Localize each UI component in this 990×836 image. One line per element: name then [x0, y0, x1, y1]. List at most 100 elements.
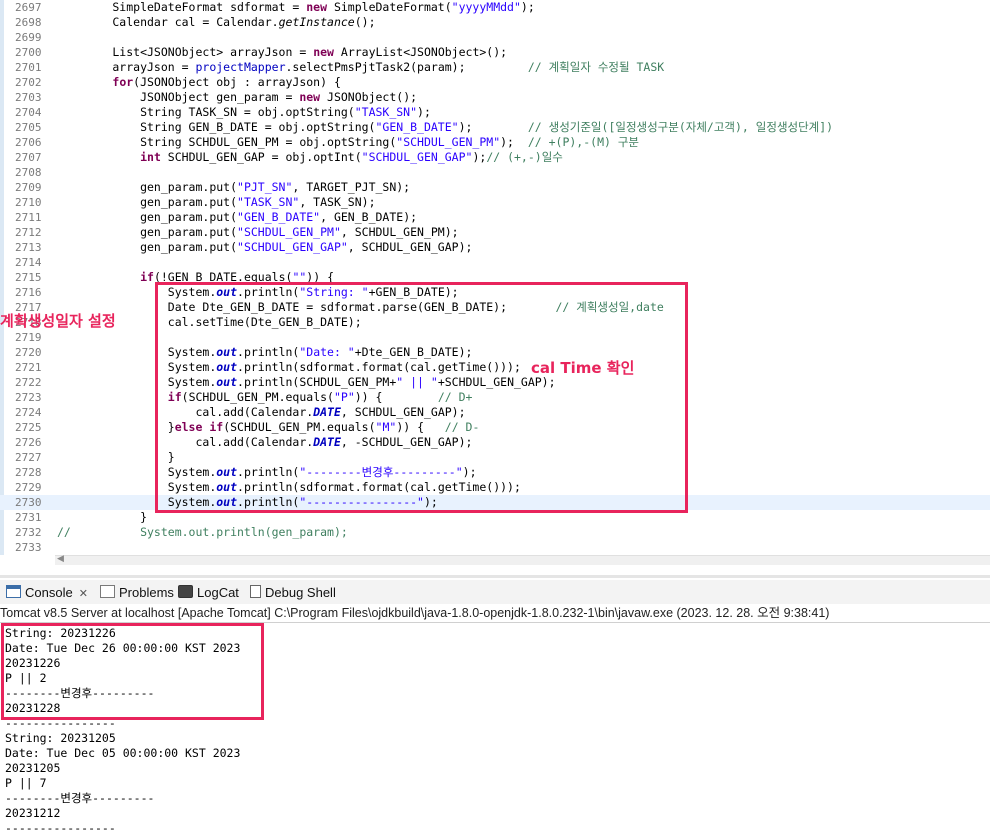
line-number: 2726 — [15, 436, 42, 449]
code-text: gen_param.put("PJT_SN", TARGET_PJT_SN); — [57, 180, 411, 194]
line-number: 2708 — [15, 166, 42, 179]
tab-logcat[interactable]: LogCat — [178, 583, 239, 603]
code-text: } — [57, 510, 148, 524]
tab-label: Problems — [119, 585, 174, 600]
line-number: 2705 — [15, 121, 42, 134]
line-number: 2703 — [15, 91, 42, 104]
problems-icon — [100, 585, 115, 598]
tab-debug-shell[interactable]: Debug Shell — [250, 583, 336, 603]
line-number: 2721 — [15, 361, 42, 374]
debug-shell-icon — [250, 585, 261, 598]
code-text: gen_param.put("SCHDUL_GEN_GAP", SCHDUL_G… — [57, 240, 473, 254]
line-number: 2712 — [15, 226, 42, 239]
line-number: 2700 — [15, 46, 42, 59]
code-line[interactable]: 2732 // System.out.println(gen_param); — [0, 525, 990, 540]
code-line[interactable]: 2705 String GEN_B_DATE = obj.optString("… — [0, 120, 990, 135]
code-text: for(JSONObject obj : arrayJson) { — [112, 75, 341, 89]
annotation-cal-time: cal Time 확인 — [531, 359, 635, 377]
line-number: 2733 — [15, 541, 42, 554]
highlight-box-code — [155, 282, 688, 513]
logcat-icon — [178, 585, 193, 598]
console-line: ---------------- — [5, 821, 116, 835]
highlight-box-console — [1, 623, 264, 720]
line-number: 2727 — [15, 451, 42, 464]
code-line[interactable]: 2701 arrayJson = projectMapper.selectPms… — [0, 60, 990, 75]
line-number: 2702 — [15, 76, 42, 89]
line-number: 2729 — [15, 481, 42, 494]
code-line[interactable]: 2697 SimpleDateFormat sdformat = new Sim… — [0, 0, 990, 15]
code-line[interactable]: 2698 Calendar cal = Calendar.getInstance… — [0, 15, 990, 30]
code-line[interactable]: 2708 — [0, 165, 990, 180]
code-line[interactable]: 2706 String SCHDUL_GEN_PM = obj.optStrin… — [0, 135, 990, 150]
code-text: // System.out.println(gen_param); — [57, 525, 348, 539]
line-number: 2728 — [15, 466, 42, 479]
code-text: String GEN_B_DATE = obj.optString("GEN_B… — [57, 120, 834, 134]
code-line[interactable]: 2702 for(JSONObject obj : arrayJson) { — [0, 75, 990, 90]
line-number: 2711 — [15, 211, 42, 224]
code-text: gen_param.put("TASK_SN", TASK_SN); — [57, 195, 376, 209]
line-number: 2719 — [15, 331, 42, 344]
line-number: 2707 — [15, 151, 42, 164]
console-line: P || 7 — [5, 776, 47, 790]
code-line[interactable]: 2703 JSONObject gen_param = new JSONObje… — [0, 90, 990, 105]
console-process-label: Tomcat v8.5 Server at localhost [Apache … — [0, 605, 990, 623]
console-line: 20231205 — [5, 761, 61, 775]
line-number: 2697 — [15, 1, 42, 14]
line-number: 2725 — [15, 421, 42, 434]
code-text: gen_param.put("GEN_B_DATE", GEN_B_DATE); — [57, 210, 418, 224]
code-line[interactable]: 2712 gen_param.put("SCHDUL_GEN_PM", SCHD… — [0, 225, 990, 240]
line-number: 2698 — [15, 16, 42, 29]
code-text: JSONObject gen_param = new JSONObject(); — [57, 90, 418, 104]
line-number: 2706 — [15, 136, 42, 149]
scroll-left-icon[interactable]: ◀ — [57, 554, 64, 564]
line-number: 2701 — [15, 61, 42, 74]
code-text: gen_param.put("SCHDUL_GEN_PM", SCHDUL_GE… — [57, 225, 459, 239]
code-text: Calendar cal = Calendar.getInstance(); — [57, 15, 376, 29]
code-text: String SCHDUL_GEN_PM = obj.optString("SC… — [57, 135, 639, 149]
console-line: Date: Tue Dec 05 00:00:00 KST 2023 — [5, 746, 241, 760]
code-line[interactable]: 2709 gen_param.put("PJT_SN", TARGET_PJT_… — [0, 180, 990, 195]
code-text: int SCHDUL_GEN_GAP = obj.optInt("SCHDUL_… — [140, 150, 563, 164]
line-number: 2732 — [15, 526, 42, 539]
line-number: 2704 — [15, 106, 42, 119]
code-line[interactable]: 2711 gen_param.put("GEN_B_DATE", GEN_B_D… — [0, 210, 990, 225]
line-number: 2699 — [15, 31, 42, 44]
code-line[interactable]: 2707 int SCHDUL_GEN_GAP = obj.optInt("SC… — [0, 150, 990, 165]
line-number: 2723 — [15, 391, 42, 404]
line-number: 2713 — [15, 241, 42, 254]
tab-label: Console — [25, 585, 73, 600]
line-number: 2714 — [15, 256, 42, 269]
line-number: 2716 — [15, 286, 42, 299]
line-number: 2720 — [15, 346, 42, 359]
code-line[interactable]: 2713 gen_param.put("SCHDUL_GEN_GAP", SCH… — [0, 240, 990, 255]
console-icon — [6, 585, 21, 598]
code-text: SimpleDateFormat sdformat = new SimpleDa… — [57, 0, 535, 14]
code-text: List<JSONObject> arrayJson = new ArrayLi… — [57, 45, 508, 59]
panel-divider[interactable] — [0, 575, 990, 578]
console-line: String: 20231205 — [5, 731, 116, 745]
code-line[interactable]: 2714 — [0, 255, 990, 270]
line-number: 2730 — [15, 496, 42, 509]
horizontal-scrollbar[interactable]: ◀ — [55, 554, 990, 565]
annotation-plan-date: 계획생성일자 설정 — [0, 312, 116, 330]
console-line: 20231212 — [5, 806, 61, 820]
code-text: arrayJson = projectMapper.selectPmsPjtTa… — [57, 60, 665, 74]
line-number: 2709 — [15, 181, 42, 194]
tab-label: LogCat — [197, 585, 239, 600]
close-icon[interactable]: ✕ — [79, 588, 88, 600]
code-text: String TASK_SN = obj.optString("TASK_SN"… — [57, 105, 431, 119]
code-line[interactable]: 2700 List<JSONObject> arrayJson = new Ar… — [0, 45, 990, 60]
code-line[interactable]: 2710 gen_param.put("TASK_SN", TASK_SN); — [0, 195, 990, 210]
code-line[interactable]: 2699 — [0, 30, 990, 45]
code-line[interactable]: 2733 — [0, 540, 990, 555]
code-line[interactable]: 2704 String TASK_SN = obj.optString("TAS… — [0, 105, 990, 120]
tab-console[interactable]: Console ✕ — [6, 583, 88, 603]
bottom-panel-tabs: Console ✕ Problems LogCat Debug Shell — [0, 580, 990, 604]
tab-label: Debug Shell — [265, 585, 336, 600]
tab-problems[interactable]: Problems — [100, 583, 174, 603]
line-number: 2715 — [15, 271, 42, 284]
line-number: 2722 — [15, 376, 42, 389]
line-number: 2724 — [15, 406, 42, 419]
line-number: 2710 — [15, 196, 42, 209]
console-line: --------변경후--------- — [5, 791, 155, 805]
